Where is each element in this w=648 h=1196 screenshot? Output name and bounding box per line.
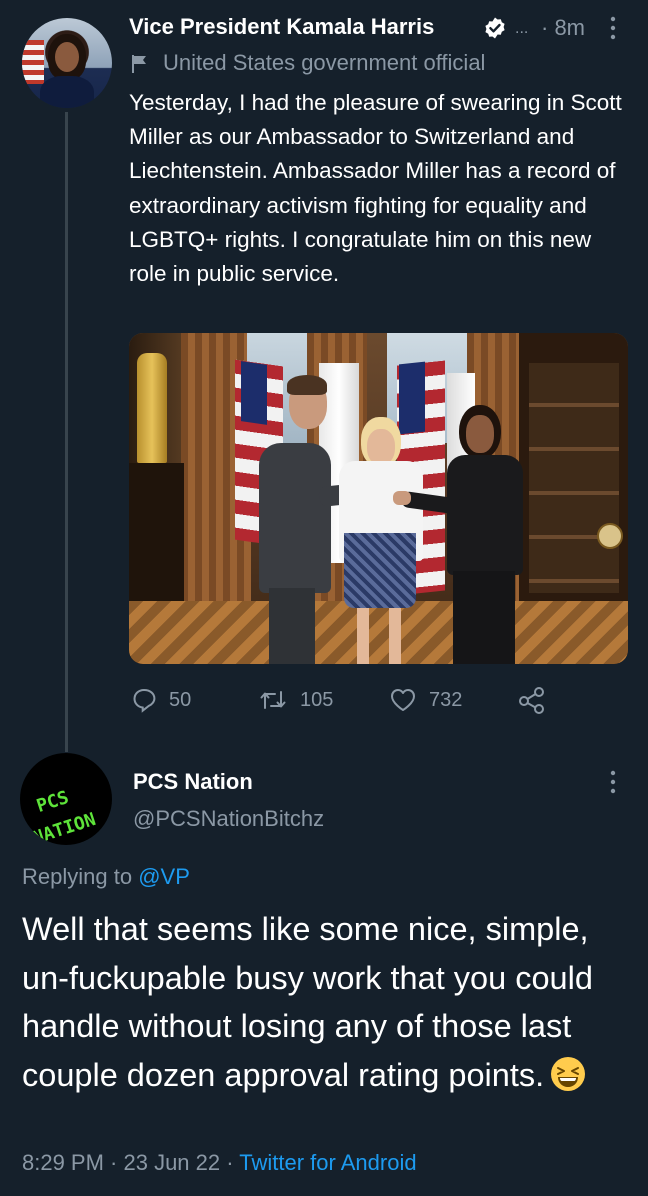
reply-source-link[interactable]: Twitter for Android	[239, 1150, 416, 1175]
reply-icon	[133, 688, 156, 713]
reply-author-avatar[interactable]: PCS NATION	[20, 753, 112, 845]
replying-to: Replying to @VP	[22, 864, 190, 890]
government-label: United States government official	[163, 50, 486, 75]
reply-text: Well that seems like some nice, simple, …	[22, 911, 593, 1093]
reply-timestamp: 8:29 PM · 23 Jun 22 ·	[22, 1150, 234, 1175]
thread-connector-line	[65, 112, 68, 752]
like-button[interactable]: 732	[389, 686, 462, 714]
heart-icon	[391, 689, 415, 711]
replying-handle-link[interactable]: @VP	[138, 864, 190, 889]
author-name[interactable]: Vice President Kamala Harris	[129, 14, 434, 40]
retweet-count: 105	[300, 688, 334, 711]
share-button[interactable]	[517, 686, 559, 714]
retweet-icon	[260, 691, 286, 709]
tweet-time[interactable]: · 8m	[541, 15, 585, 41]
government-flag-icon	[132, 55, 146, 73]
reply-button[interactable]: 50	[131, 686, 191, 714]
like-count: 732	[429, 688, 463, 711]
reply-text-container: Well that seems like some nice, simple, …	[22, 905, 632, 1099]
replying-prefix: Replying to	[22, 864, 133, 889]
more-options-icon[interactable]	[606, 768, 620, 796]
truncation-ellipsis: ...	[515, 20, 529, 37]
reply-count: 50	[169, 688, 192, 711]
author-avatar[interactable]	[22, 18, 112, 108]
reply-meta: 8:29 PM · 23 Jun 22 · Twitter for Androi…	[22, 1150, 417, 1176]
tweet-text: Yesterday, I had the pleasure of swearin…	[129, 90, 622, 287]
reply-author-name[interactable]: PCS Nation	[133, 769, 253, 795]
tweet-photo[interactable]	[129, 333, 628, 664]
verified-badge-icon	[485, 17, 505, 39]
more-options-icon[interactable]	[606, 14, 620, 42]
reply-author-handle[interactable]: @PCSNationBitchz	[133, 806, 324, 832]
grinning-squinting-face-icon	[551, 1056, 586, 1091]
share-icon	[519, 687, 544, 714]
avatar-text-pcs: PCS	[34, 786, 72, 817]
retweet-button[interactable]: 105	[258, 686, 333, 714]
